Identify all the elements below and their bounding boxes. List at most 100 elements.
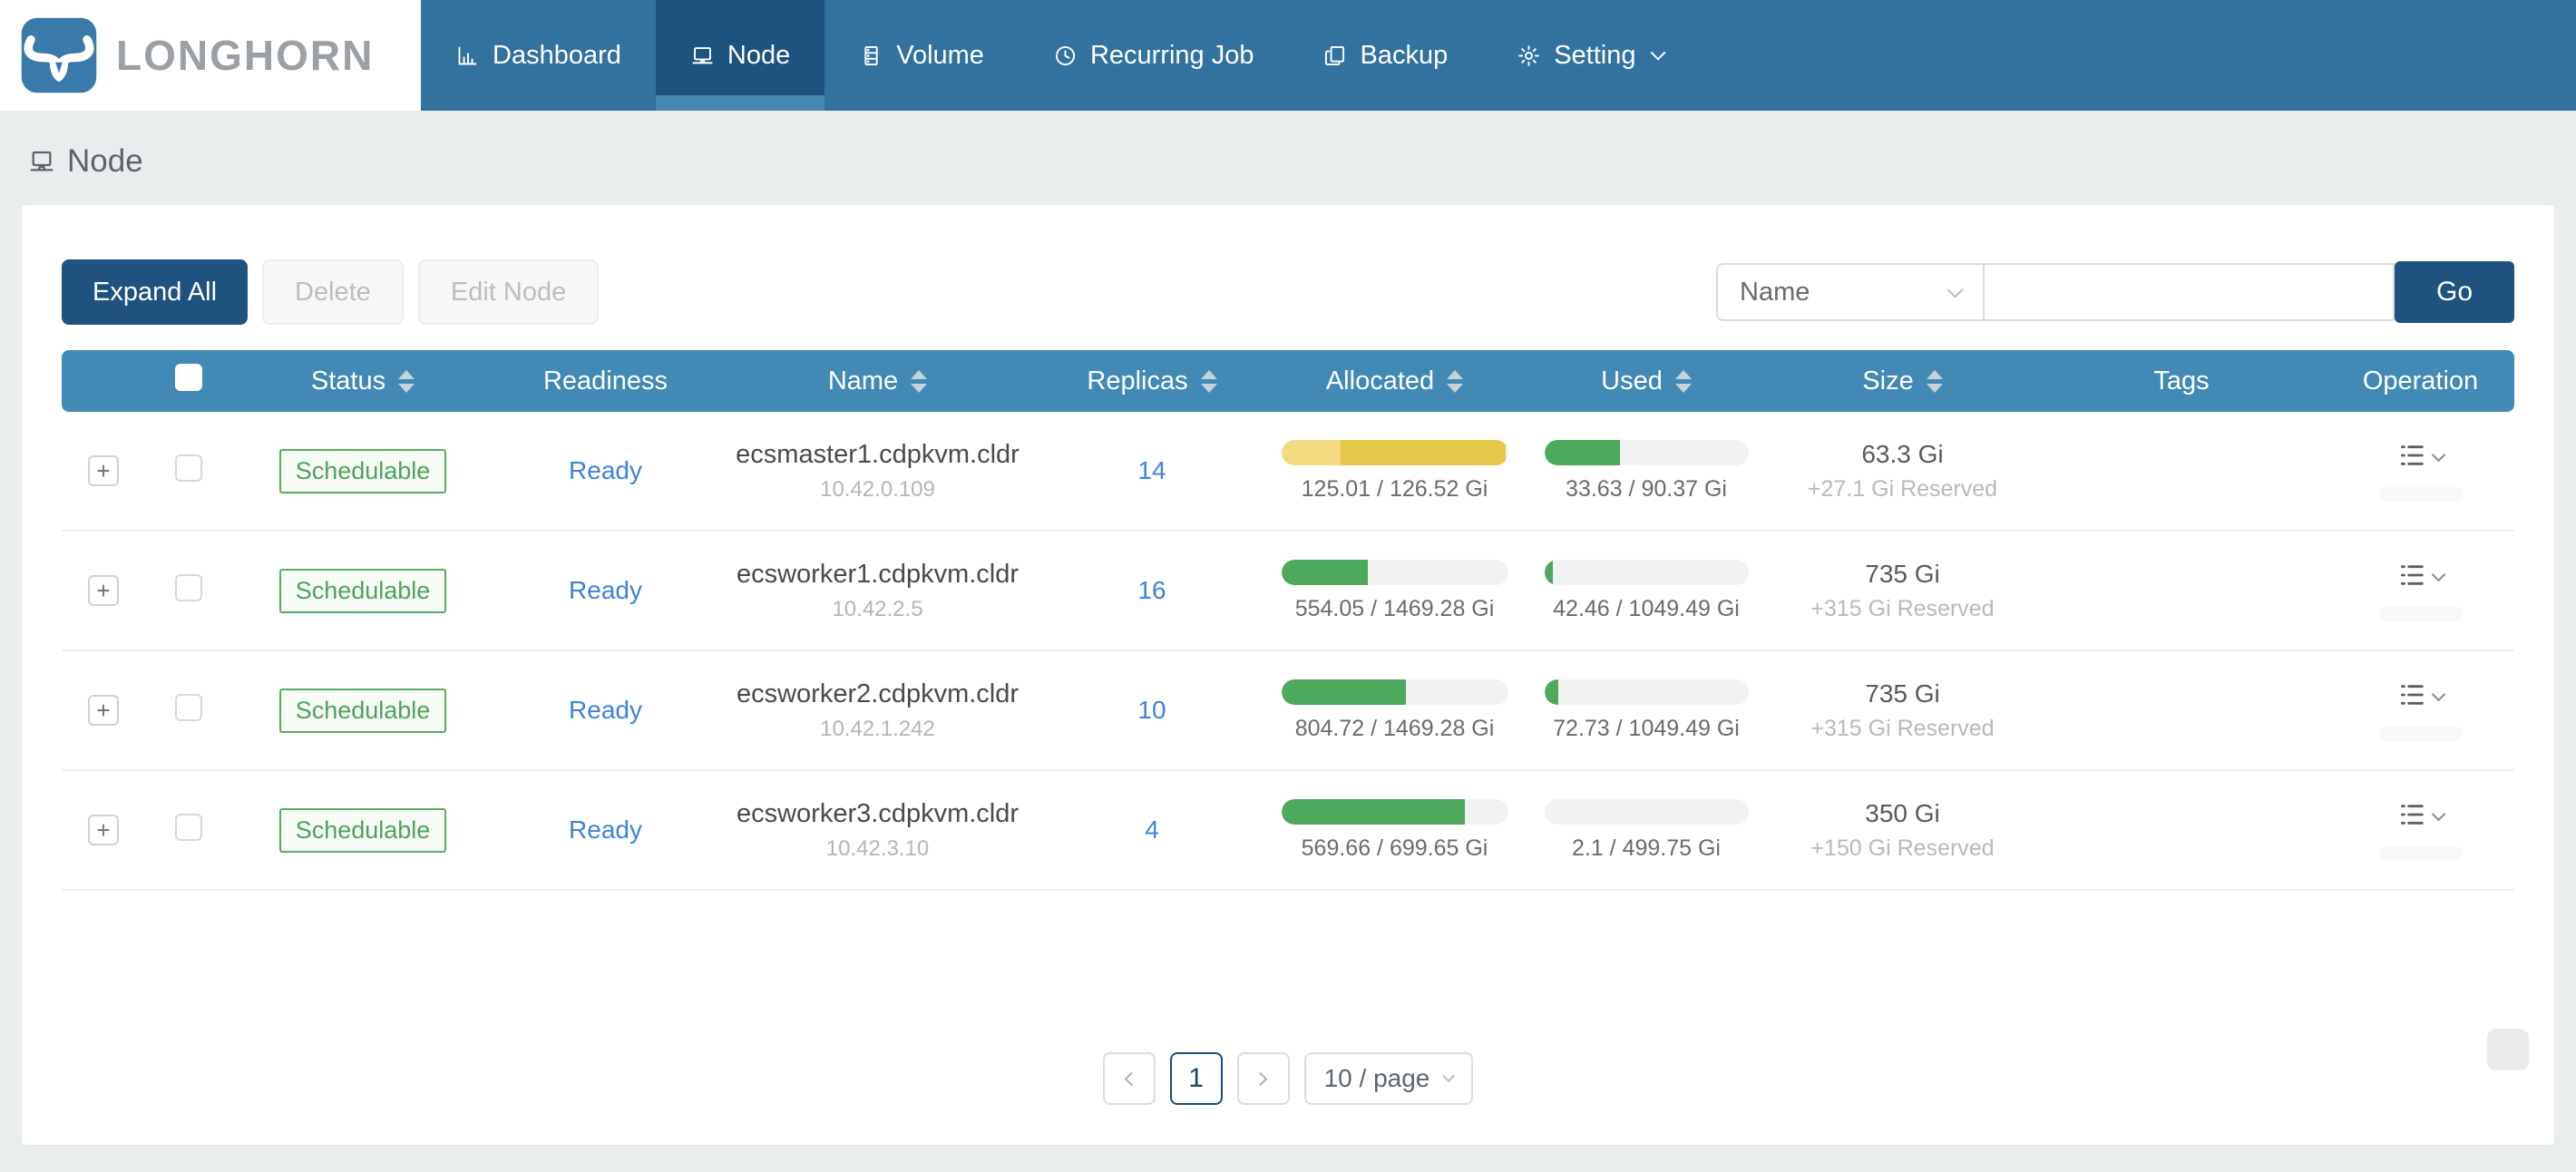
tags-cell <box>2036 771 2327 891</box>
page-title: Node <box>67 143 143 179</box>
chevron-left-icon <box>1124 1071 1139 1086</box>
node-icon <box>27 147 56 176</box>
top-navbar: LONGHORN Dashboard Node Volume Recurring Jo… <box>0 0 2576 111</box>
chevron-down-icon <box>1650 44 1665 61</box>
column-header-allocated[interactable]: Allocated <box>1265 350 1524 412</box>
nav-item-recurring-job[interactable]: Recurring Job <box>1019 0 1289 111</box>
chevron-down-icon <box>1442 1069 1456 1083</box>
nav-item-dashboard[interactable]: Dashboard <box>421 0 656 111</box>
allocated-label: 804.72 / 1469.28 Gi <box>1294 715 1495 741</box>
row-checkbox[interactable] <box>174 693 202 721</box>
sort-icon[interactable] <box>1926 369 1943 393</box>
bar-segment <box>1544 439 1620 465</box>
replicas-link[interactable]: 14 <box>1137 456 1166 484</box>
allocated-label: 554.05 / 1469.28 Gi <box>1294 595 1495 621</box>
node-size: 735 Gi <box>1865 679 1940 708</box>
row-checkbox[interactable] <box>174 454 202 482</box>
column-header-replicas[interactable]: Replicas <box>1039 350 1265 412</box>
column-header-size[interactable]: Size <box>1769 350 2036 412</box>
expand-row-button[interactable]: + <box>88 575 119 606</box>
expand-row-button[interactable]: + <box>88 815 119 845</box>
expand-row-button[interactable]: + <box>88 695 119 726</box>
nav-item-volume[interactable]: Volume <box>825 0 1019 111</box>
sort-icon[interactable] <box>1447 369 1464 393</box>
node-card: Expand All Delete Edit Node Name Go Stat… <box>22 205 2554 1145</box>
page-number[interactable]: 1 <box>1169 1052 1223 1105</box>
node-icon <box>690 44 715 68</box>
clock-icon <box>1053 44 1078 68</box>
status-badge: Schedulable <box>278 807 447 853</box>
tags-cell <box>2036 651 2327 771</box>
volume-icon <box>859 44 883 68</box>
node-reserved: +315 Gi Reserved <box>1810 595 1995 621</box>
replicas-link[interactable]: 10 <box>1137 696 1166 724</box>
nav-item-backup[interactable]: Backup <box>1288 0 1482 111</box>
column-header-used[interactable]: Used <box>1524 350 1769 412</box>
operation-menu-button[interactable] <box>2397 441 2446 470</box>
used-label: 2.1 / 499.75 Gi <box>1571 835 1721 861</box>
column-header-label: Status <box>310 366 386 396</box>
column-header-expand <box>62 350 145 412</box>
sort-icon[interactable] <box>1200 369 1217 393</box>
go-button[interactable]: Go <box>2395 261 2514 323</box>
row-checkbox[interactable] <box>174 573 202 601</box>
row-checkbox[interactable] <box>174 813 202 841</box>
bar-segment <box>1281 439 1341 465</box>
page-size-select[interactable]: 10 / page <box>1303 1052 1474 1105</box>
nav-item-label: Setting <box>1554 40 1636 70</box>
replicas-link[interactable]: 16 <box>1137 576 1166 604</box>
select-all-checkbox[interactable] <box>174 364 202 391</box>
page: LONGHORN Dashboard Node Volume Recurring Jo… <box>0 0 2576 1145</box>
table-row: + Schedulable Ready ecsworker2.cdpkvm.cl… <box>62 651 2514 771</box>
edit-node-button[interactable]: Edit Node <box>417 259 600 325</box>
table-row: + Schedulable Ready ecsmaster1.cdpkvm.cl… <box>62 412 2514 532</box>
readiness-link[interactable]: Ready <box>569 816 642 844</box>
nav-item-node[interactable]: Node <box>655 0 825 111</box>
readiness-link[interactable]: Ready <box>569 576 642 604</box>
next-page-button[interactable] <box>1236 1052 1290 1105</box>
expand-row-button[interactable]: + <box>88 455 119 486</box>
brand-name: LONGHORN <box>116 32 375 79</box>
allocated-label: 569.66 / 699.65 Gi <box>1301 835 1488 861</box>
column-header-select-all[interactable] <box>145 350 231 412</box>
node-size: 735 Gi <box>1865 559 1940 588</box>
operation-menu-button[interactable] <box>2397 800 2446 829</box>
allocated-label: 125.01 / 126.52 Gi <box>1301 475 1488 502</box>
readiness-link[interactable]: Ready <box>569 696 642 724</box>
nav-item-setting[interactable]: Setting <box>1482 0 1697 111</box>
unordered-list-icon <box>2397 800 2426 829</box>
sort-icon[interactable] <box>1674 369 1692 393</box>
sort-icon[interactable] <box>911 369 928 393</box>
readiness-link[interactable]: Ready <box>569 456 642 484</box>
search-input[interactable] <box>1985 263 2395 321</box>
operation-ghost <box>2378 726 2463 741</box>
replicas-link[interactable]: 4 <box>1145 816 1159 844</box>
allocated-bar <box>1281 798 1508 825</box>
gear-icon <box>1517 44 1541 68</box>
nav-item-label: Volume <box>896 40 984 70</box>
node-ip: 10.42.2.5 <box>832 596 923 621</box>
node-name: ecsworker3.cdpkvm.cldr <box>736 798 1020 828</box>
logo[interactable]: LONGHORN <box>0 0 421 111</box>
nav-item-label: Recurring Job <box>1089 40 1254 70</box>
page-size-value: 10 / page <box>1323 1064 1430 1092</box>
column-header-status[interactable]: Status <box>231 350 494 412</box>
node-size: 63.3 Gi <box>1861 439 1944 468</box>
sort-icon[interactable] <box>398 369 415 393</box>
expand-all-button[interactable]: Expand All <box>62 259 249 325</box>
filter-field-select[interactable]: Name <box>1716 263 1985 321</box>
node-ip: 10.42.0.109 <box>820 476 935 502</box>
nav-item-label: Dashboard <box>493 40 621 70</box>
operation-menu-button[interactable] <box>2397 561 2446 590</box>
bar-segment <box>1544 559 1553 585</box>
chevron-down-icon <box>2431 447 2446 462</box>
prev-page-button[interactable] <box>1102 1052 1156 1105</box>
status-badge: Schedulable <box>278 448 447 493</box>
filter-field-value: Name <box>1740 277 1810 307</box>
operation-menu-button[interactable] <box>2397 680 2446 709</box>
chevron-down-icon <box>2431 806 2446 821</box>
column-header-name[interactable]: Name <box>717 350 1039 412</box>
table-row: + Schedulable Ready ecsworker3.cdpkvm.cl… <box>62 771 2514 891</box>
delete-button[interactable]: Delete <box>262 259 404 325</box>
table-header-row: Status Readiness Name Replicas Allocated Used… <box>62 350 2514 412</box>
